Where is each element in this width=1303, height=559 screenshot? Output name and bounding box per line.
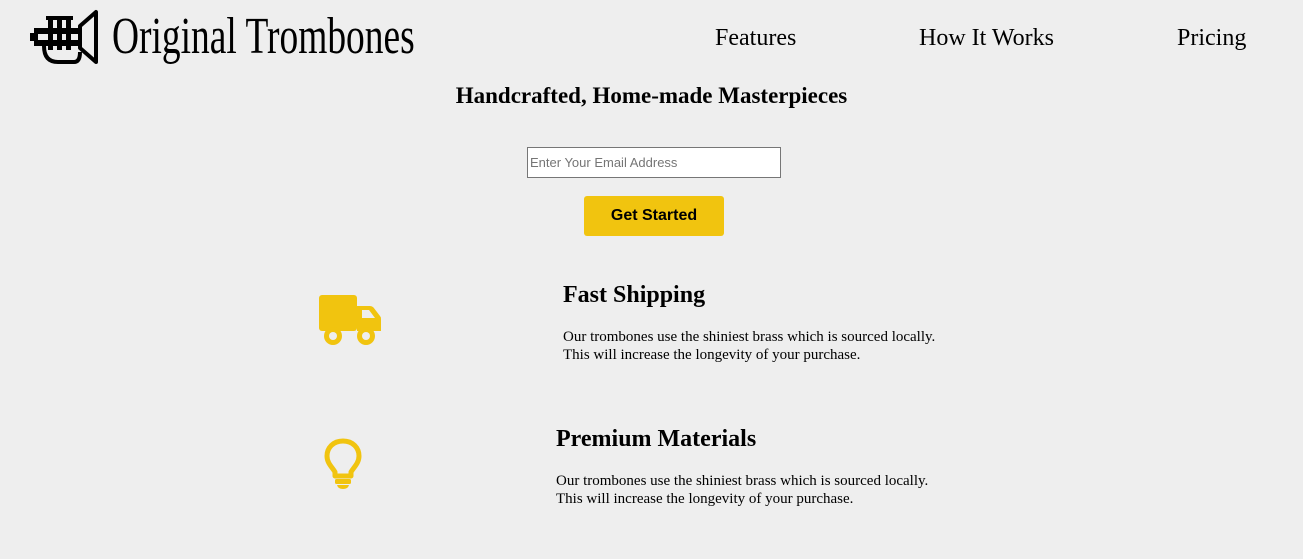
- truck-icon: [319, 295, 381, 345]
- nav-link-how-it-works[interactable]: How It Works: [919, 22, 1054, 54]
- nav-link-features[interactable]: Features: [715, 22, 796, 54]
- email-input[interactable]: [527, 147, 781, 178]
- feature-description-line: This will increase the longevity of your…: [556, 491, 854, 507]
- feature-description-line: Our trombones use the shiniest brass whi…: [563, 329, 936, 345]
- feature-title: Premium Materials: [556, 426, 757, 452]
- feature-description-line: This will increase the longevity of your…: [563, 347, 861, 363]
- landing-page: Original Trombones Features How It Works…: [0, 0, 1303, 559]
- feature-title: Fast Shipping: [563, 282, 706, 308]
- lightbulb-icon: [324, 438, 362, 489]
- feature-description: Our trombones use the shiniest brass whi…: [556, 472, 928, 508]
- feature-description: Our trombones use the shiniest brass whi…: [563, 328, 935, 364]
- main-nav: Features How It Works Pricing: [0, 22, 1303, 54]
- get-started-button[interactable]: Get Started: [584, 196, 724, 236]
- nav-link-pricing[interactable]: Pricing: [1177, 22, 1246, 54]
- hero-title: Handcrafted, Home-made Masterpieces: [455, 83, 848, 108]
- feature-description-line: Our trombones use the shiniest brass whi…: [556, 473, 929, 489]
